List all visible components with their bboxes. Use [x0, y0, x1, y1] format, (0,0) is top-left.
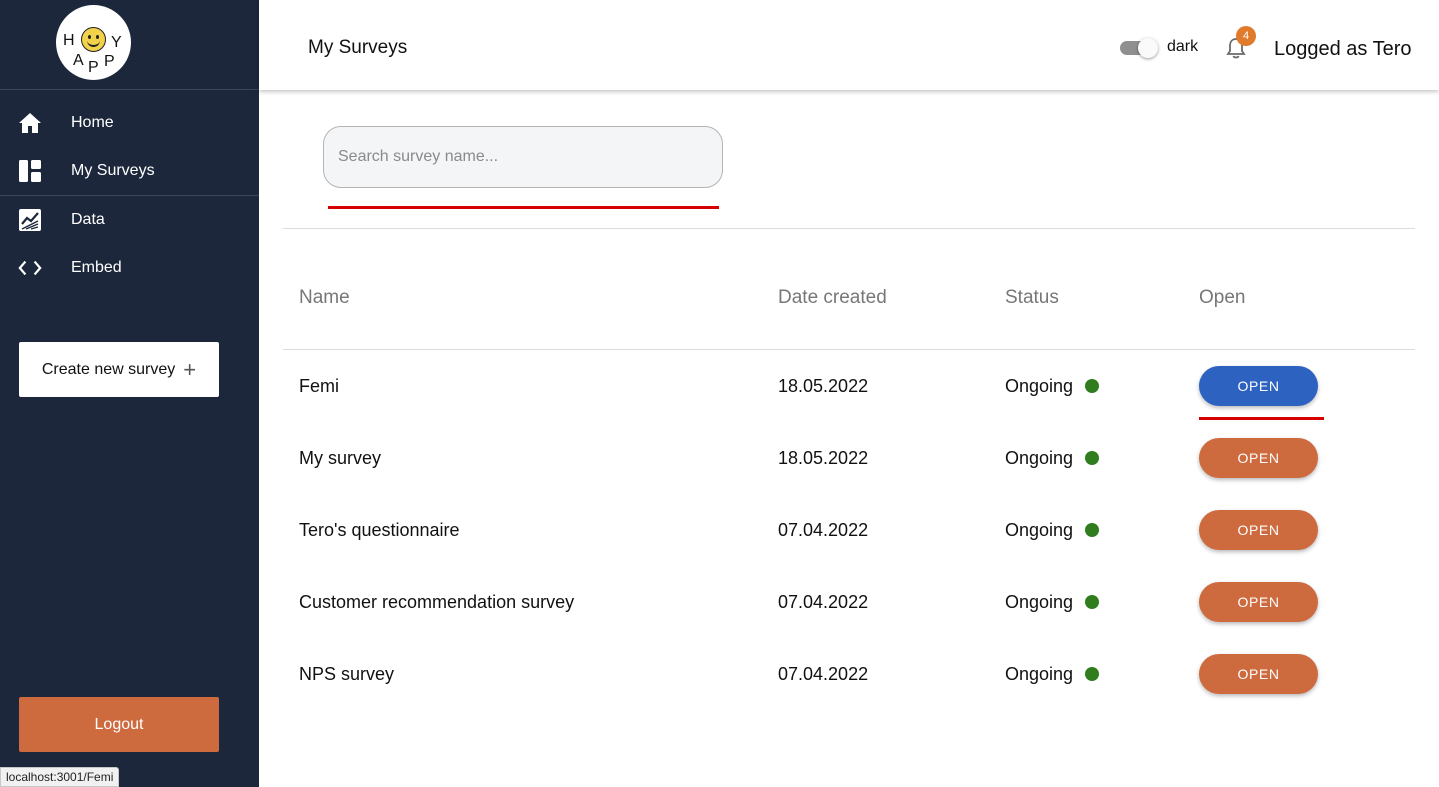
status-indicator-dot — [1085, 667, 1099, 681]
open-survey-button[interactable]: OPEN — [1199, 510, 1318, 550]
plus-icon: + — [183, 356, 197, 382]
open-survey-button[interactable]: OPEN — [1199, 582, 1318, 622]
survey-date: 07.04.2022 — [778, 664, 869, 684]
sidebar-item-label: Embed — [71, 259, 122, 276]
survey-name: Customer recommendation survey — [299, 592, 575, 612]
survey-name: NPS survey — [299, 664, 395, 684]
logo-letter: Y — [111, 34, 122, 51]
sidebar-item-my-surveys[interactable]: My Surveys — [0, 149, 259, 193]
survey-date: 18.05.2022 — [778, 376, 869, 396]
logo-letter: P — [88, 59, 99, 76]
search-input[interactable] — [323, 126, 723, 188]
sidebar: H Y A P P Home My Surveys Data Embed Cre… — [0, 0, 259, 787]
survey-status: Ongoing — [1005, 448, 1074, 468]
search-underline — [328, 206, 719, 209]
survey-name: My survey — [299, 448, 382, 468]
logo-letter: H — [63, 32, 75, 49]
toggle-knob — [1138, 38, 1158, 58]
sidebar-item-embed[interactable]: Embed — [0, 246, 259, 290]
survey-status: Ongoing — [1005, 592, 1074, 612]
home-icon — [18, 111, 42, 135]
survey-date: 07.04.2022 — [778, 520, 869, 540]
survey-status: Ongoing — [1005, 376, 1074, 396]
page-title: My Surveys — [308, 37, 408, 58]
open-survey-button[interactable]: OPEN — [1199, 654, 1318, 694]
survey-status: Ongoing — [1005, 664, 1074, 684]
column-header-status: Status — [1005, 287, 1059, 308]
table-row: My survey 18.05.2022 Ongoing OPEN — [283, 422, 1415, 494]
survey-name: Tero's questionnaire — [299, 520, 460, 540]
section-divider — [283, 228, 1415, 229]
survey-name: Femi — [299, 376, 339, 396]
table-row: Customer recommendation survey 07.04.202… — [283, 566, 1415, 638]
open-button-underline — [1199, 417, 1324, 420]
chart-icon — [18, 208, 42, 232]
survey-date: 18.05.2022 — [778, 448, 869, 468]
smiley-icon — [81, 27, 106, 52]
table-row: NPS survey 07.04.2022 Ongoing OPEN — [283, 638, 1415, 710]
column-header-date: Date created — [778, 287, 887, 308]
logged-user-label: Logged as Tero — [1274, 38, 1412, 60]
table-row: Femi 18.05.2022 Ongoing OPEN — [283, 350, 1415, 422]
logo-letter: P — [104, 53, 115, 70]
logo-area: H Y A P P — [0, 0, 259, 90]
sidebar-item-label: Data — [71, 211, 105, 228]
sidebar-item-data[interactable]: Data — [0, 198, 259, 242]
dark-mode-label: dark — [1167, 38, 1199, 55]
sidebar-item-label: Home — [71, 114, 114, 131]
create-new-survey-button[interactable]: Create new survey + — [19, 342, 219, 397]
link-preview-url: localhost:3001/Femi — [0, 767, 120, 787]
column-header-open: Open — [1199, 287, 1246, 308]
status-indicator-dot — [1085, 523, 1099, 537]
status-indicator-dot — [1085, 379, 1099, 393]
sidebar-item-home[interactable]: Home — [0, 101, 259, 145]
sidebar-item-label: My Surveys — [71, 162, 155, 179]
status-indicator-dot — [1085, 451, 1099, 465]
table-row: Tero's questionnaire 07.04.2022 Ongoing … — [283, 494, 1415, 566]
notification-badge: 4 — [1236, 26, 1256, 46]
open-survey-button[interactable]: OPEN — [1199, 366, 1318, 406]
dark-mode-toggle[interactable] — [1120, 38, 1158, 58]
code-icon — [18, 256, 42, 280]
top-header: My Surveys dark 4 Logged as Tero — [259, 0, 1439, 90]
survey-date: 07.04.2022 — [778, 592, 869, 612]
sidebar-divider — [0, 195, 259, 196]
column-header-name: Name — [299, 287, 350, 308]
open-survey-button[interactable]: OPEN — [1199, 438, 1318, 478]
happy-app-logo[interactable]: H Y A P P — [56, 5, 131, 80]
status-indicator-dot — [1085, 595, 1099, 609]
create-button-label: Create new survey — [41, 360, 176, 378]
logout-button[interactable]: Logout — [19, 697, 219, 752]
logo-letter: A — [73, 52, 84, 69]
survey-status: Ongoing — [1005, 520, 1074, 540]
dashboard-icon — [18, 159, 42, 183]
